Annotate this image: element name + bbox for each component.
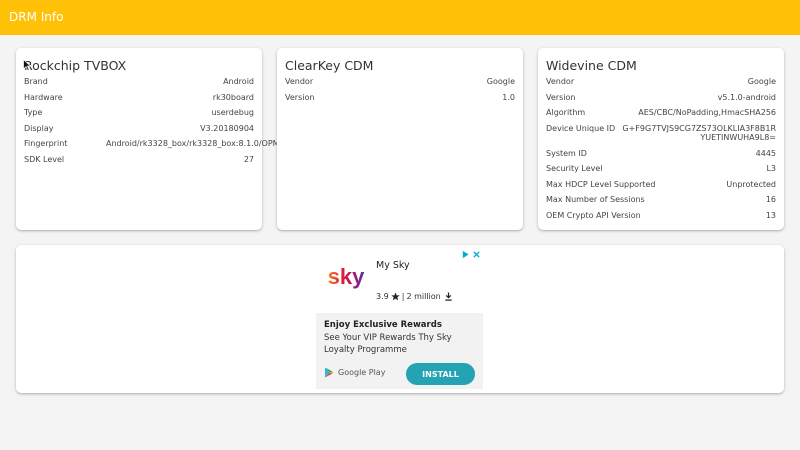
install-button[interactable]: INSTALL bbox=[406, 363, 475, 385]
row-value: 4445 bbox=[755, 148, 776, 158]
row-value: L3 bbox=[766, 164, 776, 173]
widevine-row-vendor: Vendor Google bbox=[546, 77, 776, 87]
mouse-cursor-icon bbox=[23, 59, 31, 71]
ad-rating-row: 3.9 | 2 million bbox=[376, 292, 453, 301]
ad-banner-card: sky My Sky 3.9 | 2 million Enjoy Exclusi… bbox=[16, 245, 784, 393]
row-key: Type bbox=[24, 108, 43, 117]
row-key: Version bbox=[285, 92, 315, 102]
ad-store-name: Google Play bbox=[338, 368, 386, 377]
row-value: AES/CBC/NoPadding,HmacSHA256 bbox=[638, 108, 776, 117]
widevine-cdm-card: Widevine CDM Vendor Google Version v5.1.… bbox=[538, 48, 784, 230]
device-row-type: Type userdebug bbox=[24, 108, 254, 118]
widevine-row-algorithm: Algorithm AES/CBC/NoPadding,HmacSHA256 bbox=[546, 108, 776, 118]
app-bar: DRM Info bbox=[0, 0, 800, 35]
ad-downloads: 2 million bbox=[406, 292, 441, 301]
row-key: Algorithm bbox=[546, 108, 586, 117]
sky-logo-icon: sky bbox=[328, 264, 365, 289]
widevine-row-oem-crypto: OEM Crypto API Version 13 bbox=[546, 211, 776, 221]
widevine-row-version: Version v5.1.0-android bbox=[546, 93, 776, 103]
row-key: Vendor bbox=[285, 77, 314, 86]
device-row-hardware: Hardware rk30board bbox=[24, 93, 254, 103]
ad-header: sky My Sky 3.9 | 2 million bbox=[316, 248, 483, 313]
clearkey-row-version: Version 1.0 bbox=[285, 93, 515, 103]
row-key: System ID bbox=[546, 148, 587, 158]
row-key: OEM Crypto API Version bbox=[546, 210, 641, 220]
row-key: Fingerprint bbox=[24, 139, 68, 148]
row-value: 16 bbox=[765, 195, 776, 204]
row-value: 1.0 bbox=[502, 92, 515, 102]
device-row-brand: Brand Android bbox=[24, 77, 254, 87]
widevine-row-device-unique-id: Device Unique ID G+F9G7TVJS9CG7ZS73OLKLI… bbox=[546, 124, 776, 143]
widevine-row-security-level: Security Level L3 bbox=[546, 164, 776, 174]
google-play-icon bbox=[325, 367, 334, 378]
row-value: Unprotected bbox=[726, 179, 776, 189]
ad-unit[interactable]: sky My Sky 3.9 | 2 million Enjoy Exclusi… bbox=[316, 248, 483, 389]
svg-text:sky: sky bbox=[328, 264, 365, 289]
device-card-title: Rockchip TVBOX bbox=[24, 58, 127, 73]
device-info-card: Rockchip TVBOX Brand Android Hardware rk… bbox=[16, 48, 441, 230]
ad-body-text: See Your VIP Rewards Thy Sky Loyalty Pro… bbox=[324, 333, 452, 355]
device-row-display: Display V3.20180904 bbox=[24, 124, 254, 134]
row-value: userdebug bbox=[211, 108, 254, 117]
row-value: G+F9G7TVJS9CG7ZS73OLKLIA3F8B1RYUETINWUHA… bbox=[622, 123, 776, 143]
widevine-row-max-hdcp: Max HDCP Level Supported Unprotected bbox=[546, 180, 776, 190]
adchoices-icon[interactable] bbox=[461, 250, 470, 259]
app-title: DRM Info bbox=[9, 10, 64, 24]
close-icon[interactable] bbox=[472, 250, 481, 259]
widevine-card-title: Widevine CDM bbox=[546, 58, 637, 73]
row-key: Version bbox=[546, 92, 576, 102]
star-icon bbox=[391, 292, 400, 301]
widevine-row-system-id: System ID 4445 bbox=[546, 149, 776, 159]
download-icon bbox=[445, 292, 452, 301]
row-value: Android/rk3328_box/rk3328_box:8.1.0/OPM5… bbox=[106, 139, 441, 148]
device-row-fingerprint: Fingerprint Android/rk3328_box/rk3328_bo… bbox=[24, 139, 441, 149]
row-key: Display bbox=[24, 123, 54, 133]
row-value: Android bbox=[223, 77, 254, 86]
row-value: V3.20180904 bbox=[200, 123, 254, 133]
ad-choices[interactable] bbox=[461, 250, 481, 259]
clearkey-cdm-card: ClearKey CDM Vendor Google Version 1.0 bbox=[277, 48, 523, 230]
row-key: Security Level bbox=[546, 164, 603, 173]
ad-rating-divider: | bbox=[401, 292, 405, 301]
row-key: Hardware bbox=[24, 92, 63, 102]
row-key: SDK Level bbox=[24, 154, 65, 164]
row-key: Max Number of Sessions bbox=[546, 195, 645, 204]
row-key: Brand bbox=[24, 77, 48, 86]
widevine-row-max-sessions: Max Number of Sessions 16 bbox=[546, 195, 776, 205]
row-value: 13 bbox=[765, 210, 776, 220]
row-value: v5.1.0-android bbox=[717, 92, 776, 102]
ad-store-badge: Google Play bbox=[324, 367, 385, 378]
ad-headline: Enjoy Exclusive Rewards bbox=[324, 320, 442, 330]
row-value: 27 bbox=[243, 154, 254, 164]
clearkey-row-vendor: Vendor Google bbox=[285, 77, 515, 87]
device-row-sdk-level: SDK Level 27 bbox=[24, 155, 254, 165]
ad-app-name: My Sky bbox=[376, 260, 410, 271]
row-key: Max HDCP Level Supported bbox=[546, 179, 656, 189]
ad-rating-value: 3.9 bbox=[376, 292, 389, 301]
row-value: Google bbox=[486, 77, 515, 86]
row-value: Google bbox=[747, 77, 776, 86]
row-value: rk30board bbox=[212, 92, 254, 102]
clearkey-card-title: ClearKey CDM bbox=[285, 58, 374, 73]
row-key: Vendor bbox=[546, 77, 575, 86]
row-key: Device Unique ID bbox=[546, 123, 616, 133]
